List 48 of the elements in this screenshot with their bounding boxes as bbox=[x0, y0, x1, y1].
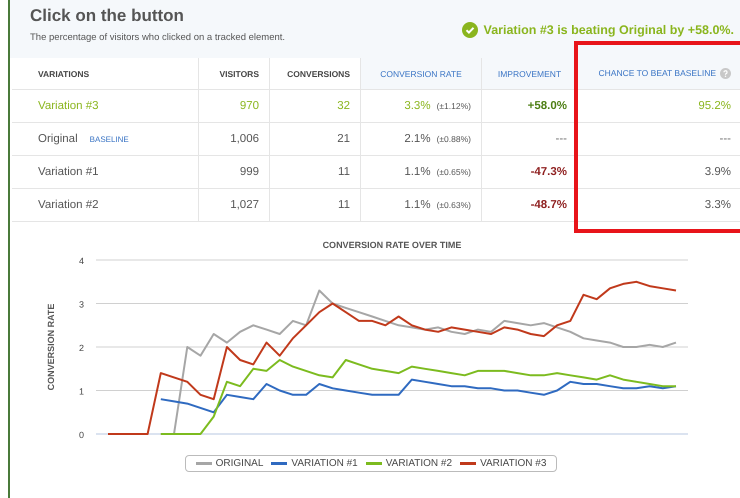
section-subtitle: The percentage of visitors who clicked on a tracked element. bbox=[30, 32, 286, 43]
tick-label: 1 bbox=[78, 386, 84, 396]
table-cell: 95.2% bbox=[578, 90, 740, 122]
table-cell: 3.9% bbox=[578, 156, 740, 188]
baseline-tag: BASELINE bbox=[90, 135, 129, 144]
table-cell: 1.1% bbox=[404, 199, 431, 211]
table-cell: --- bbox=[482, 122, 578, 156]
table-cell: 32 bbox=[270, 90, 360, 122]
table-cell: 1.1% bbox=[404, 166, 431, 178]
tick-label: 4 bbox=[78, 256, 84, 266]
table-cell: +58.0% bbox=[482, 90, 578, 122]
tick-label: 2 bbox=[78, 343, 84, 353]
axis-label: CONVERSION RATE bbox=[46, 304, 56, 390]
margin-text: (±0.65%) bbox=[436, 167, 471, 177]
table-cell: 11 bbox=[270, 156, 360, 188]
legend-label: ORIGINAL bbox=[216, 458, 264, 469]
table-cell: --- bbox=[578, 122, 740, 156]
table-cell: 2.1% bbox=[404, 133, 431, 145]
table-cell: Variation #2 bbox=[12, 188, 198, 222]
table-cell: 21 bbox=[270, 122, 360, 156]
table-cell: 3.3% bbox=[578, 188, 740, 222]
column-header: CONVERSION RATE bbox=[360, 58, 482, 90]
table-cell: -48.7% bbox=[482, 188, 578, 222]
table-cell: 11 bbox=[270, 188, 360, 222]
section-title: Click on the button bbox=[30, 6, 185, 26]
legend-label: VARIATION #3 bbox=[480, 458, 546, 469]
table-cell: 970 bbox=[198, 90, 270, 122]
legend-label: VARIATION #1 bbox=[291, 458, 358, 469]
tick-label: 3 bbox=[78, 300, 84, 310]
table-cell: 1,027 bbox=[198, 188, 270, 222]
chart-title: CONVERSION RATE OVER TIME bbox=[322, 240, 462, 250]
table-cell: Original BASELINE bbox=[12, 122, 198, 156]
result-message: Variation #3 is beating Original by +58.0%. bbox=[484, 23, 734, 37]
margin-text: (±0.88%) bbox=[436, 134, 471, 144]
table-cell: Variation #3 bbox=[12, 90, 198, 122]
check-icon bbox=[462, 22, 478, 38]
column-header: VISITORS bbox=[198, 58, 270, 90]
margin-text: (±1.12%) bbox=[436, 101, 471, 111]
legend-label: VARIATION #2 bbox=[386, 458, 452, 469]
help-icon[interactable] bbox=[720, 68, 731, 80]
column-header: VARIATIONS bbox=[12, 58, 198, 90]
table-cell: Variation #1 bbox=[12, 156, 198, 188]
table-cell: 999 bbox=[198, 156, 270, 188]
table-cell: 3.3% bbox=[404, 100, 431, 112]
margin-text: (±0.63%) bbox=[436, 200, 471, 210]
tick-label: 0 bbox=[78, 430, 84, 440]
table-cell: -47.3% bbox=[482, 156, 578, 188]
table-cell: 1,006 bbox=[198, 122, 270, 156]
